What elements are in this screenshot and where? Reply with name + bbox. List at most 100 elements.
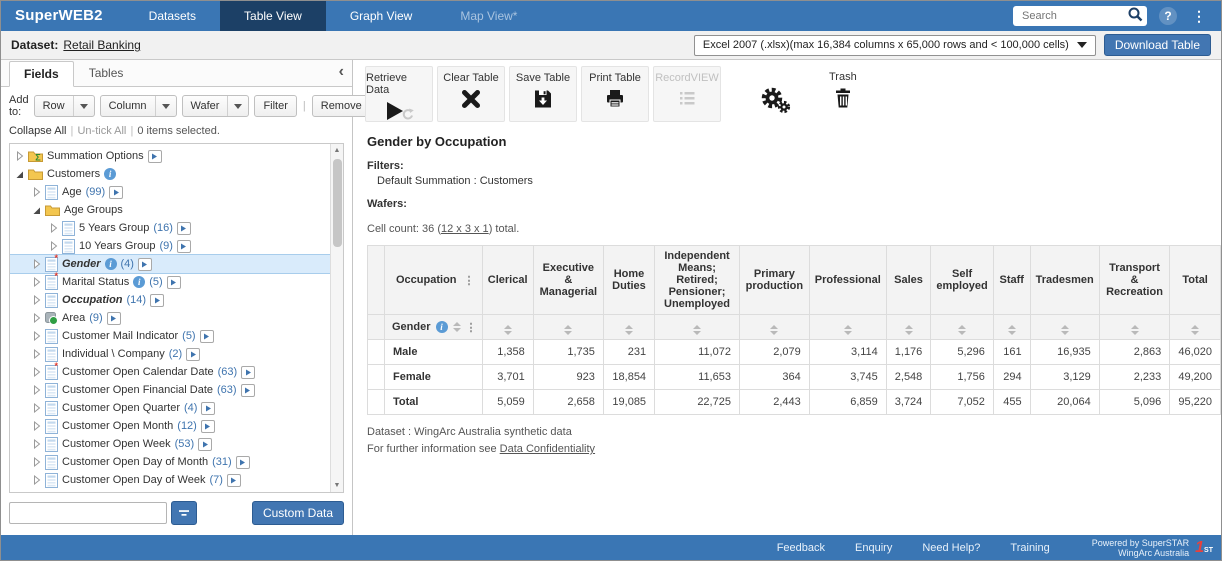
expand-node-icon[interactable]: [31, 403, 41, 413]
sort-icon[interactable]: [1008, 325, 1016, 335]
tree-item-customer-open-quarter[interactable]: Customer Open Quarter(4): [10, 399, 330, 417]
scroll-down-icon[interactable]: ▼: [334, 479, 341, 492]
row-field-header[interactable]: Genderi⋮: [385, 315, 483, 340]
tree-item-customer-open-financial-date[interactable]: Customer Open Financial Date(63): [10, 381, 330, 399]
field-action-button[interactable]: [150, 294, 164, 307]
footer-link-feedback[interactable]: Feedback: [777, 542, 825, 554]
column-field-header[interactable]: Occupation⋮: [385, 246, 483, 315]
nav-graph-view[interactable]: Graph View: [326, 1, 436, 31]
col-header-staff[interactable]: Staff: [993, 246, 1030, 315]
data-confidentiality-link[interactable]: Data Confidentiality: [500, 443, 595, 455]
expand-node-icon[interactable]: [31, 277, 41, 287]
expand-node-icon[interactable]: [31, 439, 41, 449]
expand-node-icon[interactable]: [31, 313, 41, 323]
chevron-down-icon[interactable]: [227, 96, 248, 116]
sort-cell-self-employed[interactable]: [931, 315, 994, 340]
col-header-sales[interactable]: Sales: [886, 246, 931, 315]
tree-item-customers[interactable]: Customersi: [10, 165, 330, 183]
col-header-self-employed[interactable]: Self employed: [931, 246, 994, 315]
info-icon[interactable]: i: [105, 258, 117, 270]
col-header-primary-production[interactable]: Primary production: [739, 246, 809, 315]
search-icon[interactable]: [1127, 6, 1143, 27]
toolbar-retrieve-data-button[interactable]: Retrieve Data: [365, 66, 433, 122]
expand-node-icon[interactable]: [48, 241, 58, 251]
tree-scrollbar[interactable]: ▲ ▼: [330, 144, 343, 492]
column-menu-icon[interactable]: ⋮: [464, 274, 475, 287]
expand-node-icon[interactable]: [31, 295, 41, 305]
sort-icon[interactable]: [1131, 325, 1139, 335]
toolbar-print-table-button[interactable]: Print Table: [581, 66, 649, 122]
col-header-professional[interactable]: Professional: [809, 246, 886, 315]
field-search-input[interactable]: [9, 502, 167, 524]
field-action-button[interactable]: [138, 258, 152, 271]
col-header-total[interactable]: Total: [1170, 246, 1221, 315]
field-action-button[interactable]: [186, 348, 200, 361]
col-header-clerical[interactable]: Clerical: [482, 246, 533, 315]
search-box[interactable]: [1013, 6, 1147, 26]
info-icon[interactable]: i: [104, 168, 116, 180]
trash-button[interactable]: Trash: [829, 66, 857, 115]
footer-link-need-help[interactable]: Need Help?: [922, 542, 980, 554]
sort-cell-transport-recreation[interactable]: [1099, 315, 1170, 340]
add-to-row-button[interactable]: Row: [34, 95, 95, 117]
menu-kebab-icon[interactable]: ⋮: [1189, 8, 1209, 25]
field-action-button[interactable]: [177, 240, 191, 253]
field-action-button[interactable]: [107, 312, 121, 325]
field-action-button[interactable]: [200, 330, 214, 343]
tree-item-individual-company[interactable]: Individual \ Company(2): [10, 345, 330, 363]
sort-icon[interactable]: [564, 325, 572, 335]
expand-node-icon[interactable]: [48, 223, 58, 233]
collapse-all-link[interactable]: Collapse All: [9, 125, 66, 137]
collapse-sidebar-icon[interactable]: ‹: [339, 64, 344, 80]
field-action-button[interactable]: [241, 366, 255, 379]
tab-fields[interactable]: Fields: [9, 61, 74, 87]
sort-cell-executive-managerial[interactable]: [533, 315, 603, 340]
col-header-independent-means-retired-pensioner-unemployed[interactable]: Independent Means; Retired; Pensioner; U…: [655, 246, 740, 315]
toolbar-save-table-button[interactable]: Save Table: [509, 66, 577, 122]
scrollbar-thumb[interactable]: [333, 159, 342, 247]
untick-all-link[interactable]: Un-tick All: [77, 125, 126, 137]
add-to-wafer-button[interactable]: Wafer: [182, 95, 250, 117]
scroll-up-icon[interactable]: ▲: [334, 144, 341, 157]
expand-node-icon[interactable]: [31, 475, 41, 485]
col-header-executive-managerial[interactable]: Executive & Managerial: [533, 246, 603, 315]
expand-node-icon[interactable]: [31, 367, 41, 377]
row-menu-icon[interactable]: ⋮: [466, 321, 477, 334]
expand-node-icon[interactable]: [31, 259, 41, 269]
tree-item-customer-mail-indicator[interactable]: Customer Mail Indicator(5): [10, 327, 330, 345]
sort-cell-primary-production[interactable]: [739, 315, 809, 340]
sort-icon[interactable]: [625, 325, 633, 335]
field-action-button[interactable]: [148, 150, 162, 163]
expand-node-icon[interactable]: [14, 151, 24, 161]
col-header-transport-recreation[interactable]: Transport & Recreation: [1099, 246, 1170, 315]
expand-node-icon[interactable]: [31, 331, 41, 341]
sort-cell-home-duties[interactable]: [603, 315, 654, 340]
sort-cell-sales[interactable]: [886, 315, 931, 340]
sort-cell-independent-means-retired-pensioner-unemployed[interactable]: [655, 315, 740, 340]
field-action-button[interactable]: [201, 402, 215, 415]
field-filter-button[interactable]: [171, 501, 197, 525]
expand-node-icon[interactable]: [31, 457, 41, 467]
dataset-link[interactable]: Retail Banking: [63, 38, 140, 52]
tree-item-area[interactable]: Area(9): [10, 309, 330, 327]
tree-item-occupation[interactable]: Occupation(14): [10, 291, 330, 309]
expand-node-icon[interactable]: [31, 385, 41, 395]
field-action-button[interactable]: [201, 420, 215, 433]
toolbar-clear-table-button[interactable]: Clear Table: [437, 66, 505, 122]
tree-item-10-years-group[interactable]: 10 Years Group(9): [10, 237, 330, 255]
footer-link-training[interactable]: Training: [1010, 542, 1049, 554]
field-action-button[interactable]: [198, 438, 212, 451]
sort-icon[interactable]: [905, 325, 913, 335]
nav-datasets[interactable]: Datasets: [125, 1, 220, 31]
sort-icon[interactable]: [770, 325, 778, 335]
col-header-tradesmen[interactable]: Tradesmen: [1030, 246, 1099, 315]
tree-item-5-years-group[interactable]: 5 Years Group(16): [10, 219, 330, 237]
sort-cell-professional[interactable]: [809, 315, 886, 340]
table-options-gears-button[interactable]: [759, 66, 791, 119]
sort-icon[interactable]: [504, 325, 512, 335]
expand-node-icon[interactable]: [31, 349, 41, 359]
sort-cell-staff[interactable]: [993, 315, 1030, 340]
tree-item-customer-open-day-of-month[interactable]: Customer Open Day of Month(31): [10, 453, 330, 471]
tree-item-age[interactable]: Age(99): [10, 183, 330, 201]
tree-item-summation-options[interactable]: ΣSummation Options: [10, 147, 330, 165]
